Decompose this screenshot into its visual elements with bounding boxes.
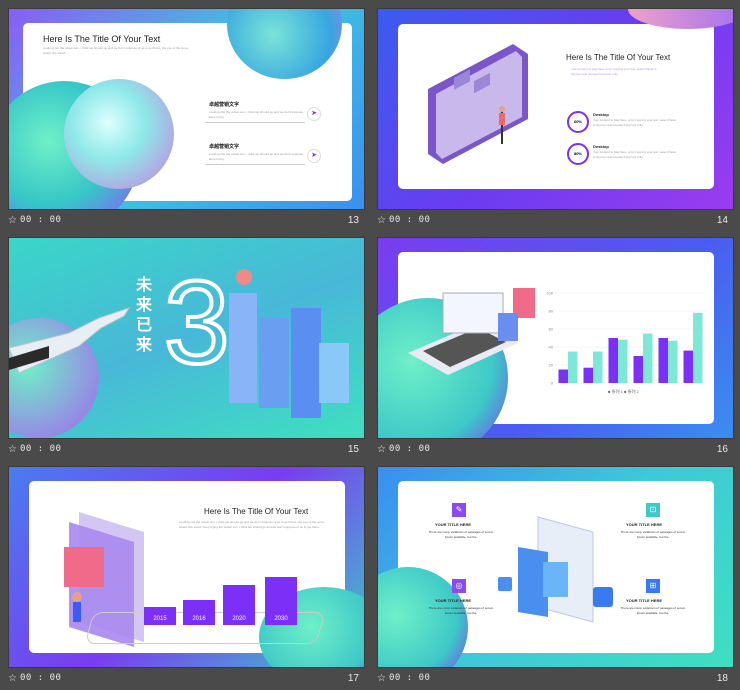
devices-illustration (498, 516, 613, 623)
stat-text: Your content to play here, or by copying… (593, 150, 677, 159)
slide-timing: 00 : 00 (20, 215, 62, 225)
item-text: Looking into the outset sun, I think we … (209, 152, 304, 161)
stat-text: Your content to play here, or by copying… (593, 118, 677, 127)
bar-series-1 (608, 338, 618, 383)
divider (205, 164, 305, 165)
bar-series-1 (633, 356, 643, 383)
slide-timing: 00 : 00 (389, 444, 431, 454)
rocket-icon: ➤ (307, 149, 321, 163)
stat-label: Desktop (593, 112, 609, 117)
bar-series-2 (643, 333, 653, 383)
item-text: There are many variations of passages of… (620, 530, 686, 539)
slide-number: 16 (716, 444, 728, 455)
lock-icon: ⊡ (646, 503, 660, 517)
bar-series-2 (668, 340, 678, 383)
robot-hand-illustration (9, 307, 131, 374)
bar-series-1 (658, 338, 668, 383)
slide-timing: 00 : 00 (20, 673, 62, 683)
item-heading: 卓越营销文字 (209, 102, 240, 108)
slide-body: Your content to play here or by copying … (571, 67, 657, 76)
item-text: There are many variations of passages of… (428, 606, 494, 615)
y-tick-label: 100 (546, 291, 553, 296)
slide-timing: 00 : 00 (20, 444, 62, 454)
slide-timing: 00 : 00 (389, 673, 431, 683)
slide-footer: ☆ 00 : 00 17 (8, 668, 363, 690)
chart-legend: ■ 系列 1 ■ 系列 2 (608, 389, 639, 394)
bar-series-2 (618, 339, 628, 383)
slide-18[interactable]: ✎ YOUR TITLE HERE There are many variati… (377, 466, 734, 668)
slide-body: Looking into the outset sun, I think we … (179, 520, 325, 529)
star-icon[interactable]: ☆ (377, 215, 386, 226)
slide-number: 18 (716, 673, 728, 684)
rocket-icon: ➤ (307, 107, 321, 121)
stat-label: Desktop (593, 144, 609, 149)
slide-title: Here Is The Title Of Your Text (566, 53, 671, 62)
star-icon[interactable]: ☆ (377, 673, 386, 684)
progress-ring: 80% (567, 143, 589, 165)
bar-series-2 (693, 312, 703, 383)
bar-series-2 (593, 351, 603, 383)
slide-13[interactable]: Here Is The Title Of Your Text Looking i… (8, 8, 365, 210)
bar-series-1 (683, 350, 693, 383)
network-icon: ⊞ (646, 579, 660, 593)
item-text: There are many variations of passages of… (428, 530, 494, 539)
divider (205, 122, 305, 123)
star-icon[interactable]: ☆ (8, 444, 17, 455)
item-heading: YOUR TITLE HERE (626, 522, 663, 527)
slide-title: Here Is The Title Of Your Text (43, 34, 161, 44)
slide-footer: ☆ 00 : 00 13 (8, 210, 363, 232)
pencil-icon: ✎ (452, 503, 466, 517)
timeline-bar: 2030 (265, 577, 297, 625)
slide-number: 13 (347, 215, 359, 226)
bar-series-1 (558, 369, 568, 383)
item-heading: YOUR TITLE HERE (626, 598, 663, 603)
y-tick-label: 0 (551, 381, 554, 386)
slide-14[interactable]: Here Is The Title Of Your Text Your cont… (377, 8, 734, 210)
slide-footer: ☆ 00 : 00 14 (377, 210, 732, 232)
item-text: Looking into the outset sun, I think we … (209, 110, 304, 119)
slide-16[interactable]: 100 80 60 40 20 0 ■ 系列 1 ■ 系列 2 (377, 237, 734, 439)
gradient-blob (64, 79, 174, 189)
headline-chars: 未来 已来 (136, 277, 153, 354)
star-icon[interactable]: ☆ (377, 444, 386, 455)
bar-series-1 (583, 367, 593, 383)
item-heading: YOUR TITLE HERE (435, 598, 472, 603)
slide-footer: ☆ 00 : 00 15 (8, 439, 363, 461)
slide-17[interactable]: Here Is The Title Of Your Text Looking i… (8, 466, 365, 668)
slide-title: Here Is The Title Of Your Text (204, 507, 309, 516)
phone-illustration (428, 44, 528, 164)
slide-15[interactable]: 未来 已来 3 (8, 237, 365, 439)
progress-ring: 60% (567, 111, 589, 133)
star-icon[interactable]: ☆ (8, 673, 17, 684)
slide-number: 15 (347, 444, 359, 455)
city-illustration (229, 269, 349, 418)
laptop-illustration (408, 288, 535, 375)
item-text: There are many variations of passages of… (620, 606, 686, 615)
slide-number: 17 (347, 673, 359, 684)
y-tick-label: 80 (549, 309, 554, 314)
bar-series-2 (568, 351, 578, 383)
y-tick-label: 60 (549, 327, 554, 332)
y-tick-label: 20 (549, 363, 554, 368)
timeline-bar: 2020 (223, 585, 255, 625)
item-heading: YOUR TITLE HERE (435, 522, 472, 527)
item-heading: 卓越营销文字 (209, 144, 240, 150)
slide-footer: ☆ 00 : 00 18 (377, 668, 732, 690)
timeline-bar: 2016 (183, 600, 215, 625)
y-tick-label: 40 (549, 345, 554, 350)
slide-timing: 00 : 00 (389, 215, 431, 225)
globe-icon: ◎ (452, 579, 466, 593)
star-icon[interactable]: ☆ (8, 215, 17, 226)
slide-body: Looking into the outset sun, I think we … (43, 46, 189, 55)
slide-footer: ☆ 00 : 00 16 (377, 439, 732, 461)
timeline-bar: 2015 (144, 607, 176, 625)
slide-number: 14 (716, 215, 728, 226)
